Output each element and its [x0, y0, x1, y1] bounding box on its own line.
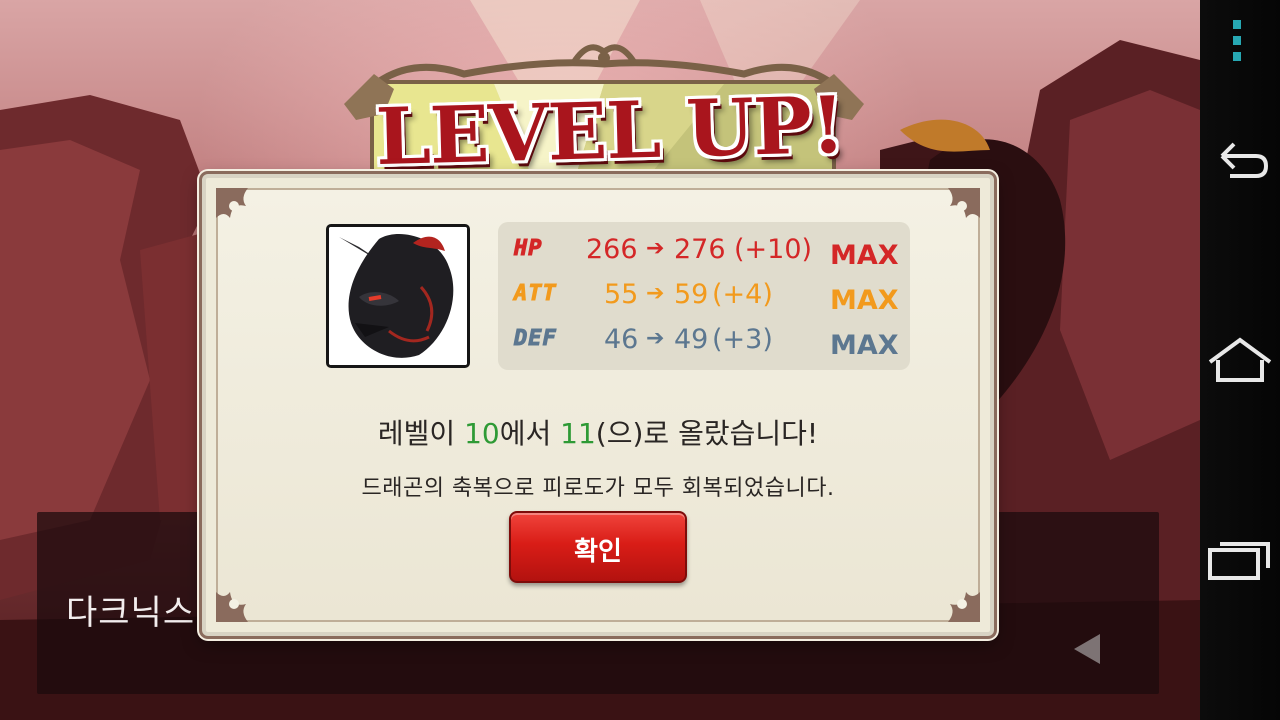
corner-ornament-icon — [948, 592, 980, 622]
confirm-button[interactable]: 확인 — [509, 511, 687, 583]
arrow-right-icon: ➔ — [646, 281, 665, 306]
att-max-badge: MAX — [830, 285, 899, 316]
hp-max-badge: MAX — [830, 240, 899, 271]
message-middle: 에서 — [499, 417, 561, 450]
black-dragon-image — [329, 227, 467, 365]
dialogue-next-arrow-icon[interactable] — [1074, 634, 1100, 664]
level-up-title: LEVEL UP! — [374, 79, 846, 184]
level-change-message: 레벨이 10에서 11(으)로 올랐습니다! — [202, 412, 994, 452]
corner-ornament-icon — [216, 188, 248, 218]
message-suffix: (으)로 올랐습니다! — [595, 417, 819, 450]
hp-new-value: 276 — [674, 234, 726, 265]
from-level: 10 — [464, 417, 500, 450]
def-new-value: 49 — [674, 324, 709, 355]
stat-row-att: ATT 55 ➔ 59 (+4) MAX — [498, 275, 910, 316]
overflow-menu-icon[interactable] — [1200, 14, 1280, 68]
stat-row-hp: HP 266 ➔ 276 (+10) MAX — [498, 230, 910, 271]
att-label: ATT — [514, 281, 557, 307]
hp-old-value: 266 — [586, 234, 638, 265]
dragon-portrait — [326, 224, 470, 368]
confirm-button-label: 확인 — [574, 537, 622, 567]
att-diff: (+4) — [712, 279, 773, 310]
arrow-right-icon: ➔ — [646, 326, 665, 351]
hp-diff: (+10) — [734, 234, 813, 265]
att-new-value: 59 — [674, 279, 709, 310]
arrow-right-icon: ➔ — [646, 236, 665, 261]
corner-ornament-icon — [216, 592, 248, 622]
home-icon[interactable] — [1200, 332, 1280, 392]
stat-row-def: DEF 46 ➔ 49 (+3) MAX — [498, 320, 910, 361]
recent-apps-icon[interactable] — [1200, 530, 1280, 590]
def-label: DEF — [514, 326, 557, 352]
def-max-badge: MAX — [830, 330, 899, 361]
back-icon[interactable] — [1200, 130, 1280, 190]
speaker-name: 다크닉스 — [66, 593, 196, 633]
att-old-value: 55 — [604, 279, 639, 310]
corner-ornament-icon — [948, 188, 980, 218]
hp-label: HP — [514, 236, 543, 262]
def-old-value: 46 — [604, 324, 639, 355]
message-prefix: 레벨이 — [377, 417, 465, 450]
fatigue-recovered-message: 드래곤의 축복으로 피로도가 모두 회복되었습니다. — [361, 476, 835, 501]
stats-panel: HP 266 ➔ 276 (+10) MAX ATT 55 ➔ 59 (+4) … — [498, 222, 910, 370]
to-level: 11 — [560, 417, 596, 450]
def-diff: (+3) — [712, 324, 773, 355]
system-navigation-bar — [1200, 0, 1280, 720]
